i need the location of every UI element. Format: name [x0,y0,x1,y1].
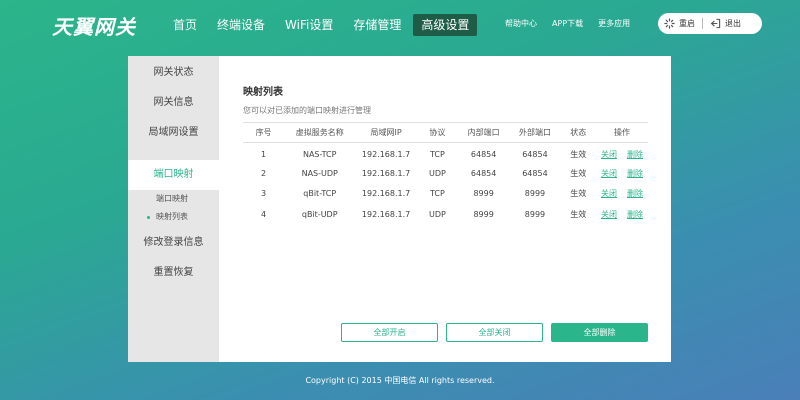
enable-all-button[interactable]: 全部开启 [341,323,438,342]
cell-outer-port: 64854 [522,168,548,178]
col-outer-port: 外部端口 [509,122,561,143]
cell-lan-ip: 192.168.1.7 [361,209,411,219]
sidebar-item-port-mapping[interactable]: 端口映射 [128,160,219,190]
cell-actions: 关闭 删除 [596,184,648,205]
footer-copyright: Copyright (C) 2015 中国电信 All rights reser… [305,376,495,385]
loading-spinner-icon [664,18,675,29]
nav-wifi[interactable]: WiFi设置 [277,14,341,36]
nav-storage[interactable]: 存储管理 [345,14,409,36]
page-description: 您可以对已添加的端口映射进行管理 [243,106,371,115]
cell-no: 2 [261,168,267,178]
sidebar-item-reset[interactable]: 重置恢复 [128,258,219,288]
cell-protocol: TCP [430,149,445,159]
cell-status: 生效 [570,149,587,159]
sidebar-sub-port-mapping[interactable]: 端口映射 [128,190,219,208]
delete-link[interactable]: 删除 [627,189,643,198]
restart-label: 重启 [679,19,695,28]
disable-link[interactable]: 关闭 [601,169,617,178]
cell-inner-port: 8999 [473,189,494,199]
cell-protocol: TCP [430,189,445,199]
table-row: 1 NAS-TCP 192.168.1.7 TCP 64854 64854 生效… [243,143,648,164]
sidebar-item-gateway-info[interactable]: 网关信息 [128,88,219,118]
cell-outer-port: 64854 [522,149,548,159]
cell-service-name: NAS-TCP [302,149,337,159]
cell-status: 生效 [570,189,587,199]
delete-link[interactable]: 删除 [627,210,643,219]
col-actions: 操作 [596,122,648,143]
content-panel: 网关状态 网关信息 局域网设置 端口映射 端口映射 映射列表 修改登录信息 重置… [128,56,671,362]
cell-outer-port: 8999 [524,209,546,219]
col-inner-port: 内部端口 [457,122,510,143]
cell-inner-port: 64854 [470,168,497,178]
col-no: 序号 [243,122,285,143]
delete-link[interactable]: 删除 [627,169,643,178]
cell-service-name: NAS-UDP [301,168,338,178]
cell-inner-port: 64854 [470,149,497,159]
cell-protocol: UDP [428,209,446,219]
cell-service-name: qBit-TCP [303,189,337,199]
help-center-link[interactable]: 帮助中心 [505,18,537,29]
mapping-table: 序号 虚拟服务名称 局域网IP 协议 内部端口 外部端口 状态 操作 1 NAS… [243,122,648,225]
utility-links: 帮助中心 APP下载 更多应用 [505,18,645,29]
table-header: 序号 虚拟服务名称 局域网IP 协议 内部端口 外部端口 状态 操作 [243,122,648,143]
table-row: 3 qBit-TCP 192.168.1.7 TCP 8999 8999 生效 … [243,184,648,205]
cell-actions: 关闭 删除 [596,204,648,225]
cell-status: 生效 [570,168,587,178]
user-actions: 重启 退出 [658,13,762,34]
col-status: 状态 [560,122,596,143]
nav-home[interactable]: 首页 [165,14,205,36]
sidebar-item-gateway-status[interactable]: 网关状态 [128,58,219,88]
cell-lan-ip: 192.168.1.7 [361,149,411,159]
col-lan-ip: 局域网IP [355,122,417,143]
cell-lan-ip: 192.168.1.7 [361,168,411,178]
table-row: 2 NAS-UDP 192.168.1.7 UDP 64854 64854 生效… [243,163,648,184]
app-download-link[interactable]: APP下载 [552,18,583,29]
more-apps-link[interactable]: 更多应用 [598,18,630,29]
cell-outer-port: 8999 [524,189,546,199]
col-protocol: 协议 [416,122,458,143]
disable-link[interactable]: 关闭 [601,189,617,198]
cell-no: 4 [261,209,267,219]
sidebar-item-lan-settings[interactable]: 局域网设置 [128,118,219,148]
logout-button[interactable]: 退出 [710,18,741,29]
logout-label: 退出 [725,19,741,28]
disable-all-button[interactable]: 全部关闭 [446,323,543,342]
cell-actions: 关闭 删除 [596,143,648,164]
delete-all-button[interactable]: 全部删除 [551,323,648,342]
top-bar: 天翼网关 首页 终端设备 WiFi设置 存储管理 高级设置 帮助中心 APP下载… [0,0,800,48]
cell-lan-ip: 192.168.1.7 [361,189,411,199]
disable-link[interactable]: 关闭 [601,150,617,159]
cell-no: 1 [261,149,267,159]
nav-advanced[interactable]: 高级设置 [413,14,478,36]
cell-protocol: UDP [428,168,446,178]
col-service-name: 虚拟服务名称 [284,122,356,143]
delete-link[interactable]: 删除 [627,150,643,159]
logout-icon [710,18,721,29]
sidebar-item-login-info[interactable]: 修改登录信息 [128,228,219,258]
sidebar: 网关状态 网关信息 局域网设置 端口映射 端口映射 映射列表 修改登录信息 重置… [128,56,219,362]
sidebar-sub-mapping-list[interactable]: 映射列表 [128,208,219,226]
divider [702,18,703,29]
logo: 天翼网关 [52,15,136,39]
main-content: 映射列表 您可以对已添加的端口映射进行管理 序号 虚拟服务名称 局域网IP 协议… [219,56,671,362]
cell-service-name: qBit-UDP [301,209,338,219]
page-title: 映射列表 [243,87,283,98]
cell-actions: 关闭 删除 [596,163,648,184]
restart-button[interactable]: 重启 [664,18,695,29]
cell-status: 生效 [570,209,587,219]
table-row: 4 qBit-UDP 192.168.1.7 UDP 8999 8999 生效 … [243,204,648,225]
nav-devices[interactable]: 终端设备 [209,14,273,36]
cell-no: 3 [261,189,267,199]
main-nav: 首页 终端设备 WiFi设置 存储管理 高级设置 [165,14,481,36]
cell-inner-port: 8999 [473,209,494,219]
disable-link[interactable]: 关闭 [601,210,617,219]
